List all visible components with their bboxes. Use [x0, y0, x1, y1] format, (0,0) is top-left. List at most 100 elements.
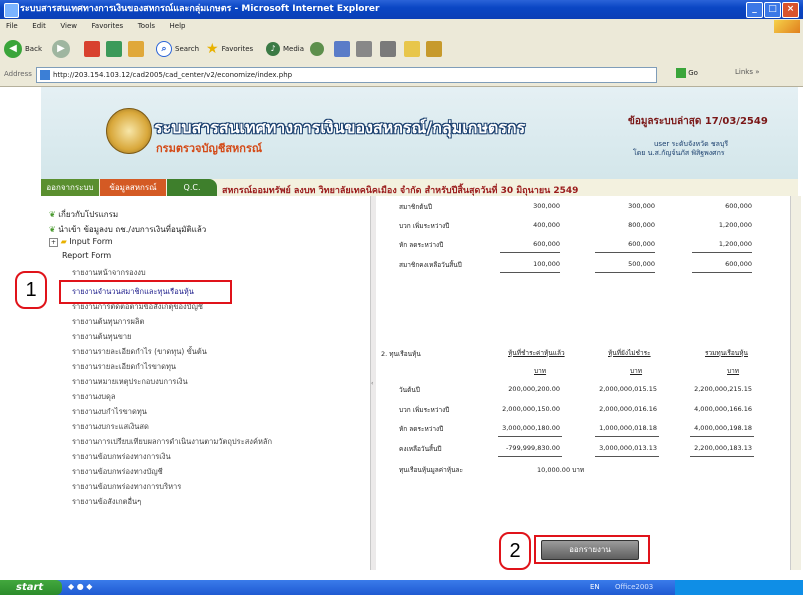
favorites-label: Favorites [221, 45, 254, 53]
row-value: 300,000 [628, 202, 655, 210]
cooperative-seal-logo [106, 108, 152, 154]
expand-plus-icon[interactable]: + [49, 238, 59, 247]
quick-launch-icons[interactable]: ◆ ● ◆ [68, 582, 92, 591]
report-item[interactable]: รายงานต้นทุนการผลิต [72, 316, 144, 328]
home-icon [128, 41, 144, 57]
refresh-button[interactable] [106, 39, 122, 59]
leaf-icon: ❦ [49, 210, 56, 219]
menu-tools[interactable]: Tools [132, 19, 161, 34]
stop-button[interactable] [84, 39, 100, 59]
report-item[interactable]: รายงานต้นทุนขาย [72, 331, 131, 343]
links-button[interactable]: Links » [735, 68, 760, 76]
report-item[interactable]: รายงานข้อบกพร่องทางการบริหาร [72, 481, 181, 493]
forward-button[interactable]: ▶ [52, 39, 70, 59]
search-button[interactable]: ⌕ Search [156, 39, 199, 59]
favorites-button[interactable]: ★ Favorites [206, 39, 253, 59]
edit-button[interactable] [380, 39, 396, 59]
history-icon [310, 42, 324, 56]
report-item[interactable]: รายงานข้อสังเกตอื่นๆ [72, 496, 141, 508]
row-value: 3,000,000,013.13 [599, 444, 657, 452]
row-value: 4,000,000,166.16 [694, 405, 752, 413]
back-button[interactable]: ◀ Back [4, 39, 42, 59]
underline [500, 272, 560, 273]
highlight-box-1 [59, 280, 232, 304]
menu-report-form[interactable]: Report Form [62, 251, 111, 260]
print-button[interactable] [356, 39, 372, 59]
row-value: 4,000,000,198.18 [694, 424, 752, 432]
leaf-icon: ❦ [49, 225, 56, 234]
row-value: 300,000 [533, 202, 560, 210]
menu-help[interactable]: Help [164, 19, 192, 34]
user-name: โดย น.ส.กัญจ์นภัส พิสิฐพงศกร [633, 149, 725, 157]
menu-import-data[interactable]: ❦ นำเข้า ข้อมูลงบ ถช./งบการเงินที่อนุมัต… [49, 223, 206, 236]
start-button[interactable]: start [0, 580, 62, 595]
menu-about-program[interactable]: ❦ เกี่ยวกับโปรแกรม [49, 208, 118, 221]
row-value: 100,000 [533, 260, 560, 268]
tab-qc[interactable]: Q.C. [167, 179, 217, 196]
address-input[interactable]: http://203.154.103.12/cad2005/cad_center… [36, 67, 657, 83]
go-button[interactable]: Go [676, 68, 698, 78]
row-value: 2,000,000,015.15 [599, 385, 657, 393]
taskbar-app[interactable]: Office2003 [615, 583, 653, 591]
menu-favorites[interactable]: Favorites [86, 19, 130, 34]
row-value: 2,200,000,215.15 [694, 385, 752, 393]
collapse-arrow-icon[interactable]: ‹ [371, 380, 373, 387]
folder-icon: ▰ [60, 237, 67, 246]
vertical-scrollbar[interactable] [790, 196, 801, 570]
maximize-button[interactable]: □ [764, 2, 781, 18]
row-value: 1,200,000 [718, 240, 752, 248]
report-item[interactable]: รายงานรายละเอียดกำไรขาดทุน [72, 361, 176, 373]
row-label: สมาชิกต้นปี [399, 203, 433, 211]
report-item[interactable]: รายงานรายละเอียดกำไร (ขาดทุน) ขั้นต้น [72, 346, 207, 358]
tab-coop-data[interactable]: ข้อมูลสหกรณ์ [100, 179, 166, 196]
home-button[interactable] [128, 39, 144, 59]
print-icon [356, 41, 372, 57]
report-item[interactable]: รายงานข้อบกพร่องทางบัญชี [72, 466, 163, 478]
report-item[interactable]: รายงานงบกระแสเงินสด [72, 421, 149, 433]
underline [690, 456, 754, 457]
row-label: สมาชิกคงเหลือวันสิ้นปี [399, 261, 462, 269]
report-item[interactable]: รายงานข้อบกพร่องทางการเงิน [72, 451, 171, 463]
back-label: Back [25, 45, 42, 53]
folder-button[interactable] [404, 39, 420, 59]
language-indicator[interactable]: EN [590, 583, 600, 591]
report-item[interactable]: รายงานหน้าจากรองงบ [72, 267, 146, 279]
minimize-button[interactable]: _ [746, 2, 763, 18]
report-item[interactable]: รายงานงบดุล [72, 391, 116, 403]
menu-file[interactable]: File [0, 19, 24, 34]
menu-input-form[interactable]: + ▰ Input Form [49, 237, 113, 247]
row-value: 200,000,200.00 [508, 385, 560, 393]
media-button[interactable]: ♪ Media [266, 39, 304, 59]
row-label: วันต้นปี [399, 386, 420, 394]
col-unit: บาท [727, 367, 740, 375]
research-button[interactable] [426, 39, 442, 59]
mail-button[interactable] [334, 39, 350, 59]
report-item[interactable]: รายงานการเปรียบเทียบผลการดำเนินงานตามวัต… [72, 436, 272, 448]
row-value: 600,000 [533, 240, 560, 248]
ie-app-icon [4, 3, 19, 18]
highlight-box-2 [534, 535, 650, 564]
tab-logout[interactable]: ออกจากระบบ [41, 179, 99, 196]
close-button[interactable]: × [782, 2, 799, 18]
underline [692, 272, 752, 273]
report-item[interactable]: รายงานงบกำไรขาดทุน [72, 406, 147, 418]
media-icon: ♪ [266, 42, 280, 56]
window-title-bar[interactable]: ระบบสารสนเทศทางการเงินของสหกรณ์และกลุ่มเ… [0, 0, 803, 19]
favorites-star-icon: ★ [206, 41, 219, 57]
report-item[interactable]: รายงานหมายเหตุประกอบงบการเงิน [72, 376, 188, 388]
history-button[interactable] [310, 39, 324, 59]
callout-1: 1 [15, 271, 47, 309]
forward-arrow-icon: ▶ [52, 40, 70, 58]
menu-edit[interactable]: Edit [26, 19, 52, 34]
menu-view[interactable]: View [54, 19, 83, 34]
page-icon [40, 70, 50, 80]
research-icon [426, 41, 442, 57]
underline [498, 456, 562, 457]
menu-bar: File Edit View Favorites Tools Help [0, 19, 803, 35]
underline [500, 252, 560, 253]
col-unit: บาท [630, 367, 643, 375]
menu-import-label: นำเข้า ข้อมูลงบ ถช./งบการเงินที่อนุมัติแ… [58, 225, 207, 234]
row-value: 1,200,000 [718, 221, 752, 229]
last-update-date: ข้อมูลระบบล่าสุด 17/03/2549 [628, 116, 768, 127]
address-label: Address [4, 70, 32, 78]
